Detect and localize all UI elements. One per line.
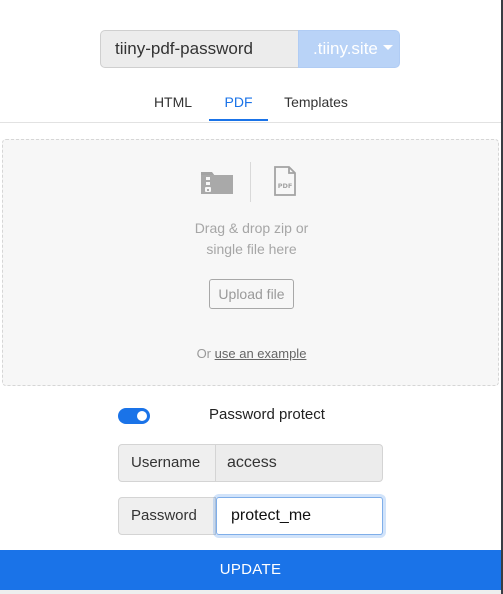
update-button[interactable]: UPDATE — [0, 550, 501, 590]
upload-file-button[interactable]: Upload file — [209, 279, 294, 309]
icon-divider — [250, 162, 251, 202]
or-text: Or — [196, 346, 212, 361]
drop-instructions: Drag & drop zip or single file here — [3, 218, 500, 260]
username-label: Username — [118, 444, 216, 482]
pdf-file-icon: PDF — [274, 166, 296, 196]
dropzone-icons: PDF — [199, 162, 303, 204]
subdomain-input[interactable]: tiiny-pdf-password — [100, 30, 298, 68]
tab-templates[interactable]: Templates — [276, 84, 356, 121]
file-dropzone[interactable]: PDF Drag & drop zip or single file here … — [2, 139, 499, 386]
password-label: Password — [118, 497, 216, 535]
example-row: Or use an example — [3, 346, 500, 361]
username-row: Username access — [118, 444, 383, 482]
username-input[interactable]: access — [216, 444, 383, 482]
use-example-link[interactable]: use an example — [215, 346, 307, 361]
domain-suffix-dropdown[interactable]: .tiiny.site — [298, 30, 400, 68]
toggle-knob — [137, 411, 147, 421]
password-row: Password protect_me — [118, 497, 383, 535]
password-input[interactable]: protect_me — [216, 497, 383, 535]
caret-down-icon — [382, 45, 393, 51]
tab-html[interactable]: HTML — [142, 84, 204, 121]
password-protect-toggle[interactable] — [118, 408, 150, 424]
svg-text:PDF: PDF — [278, 182, 293, 190]
domain-picker: tiiny-pdf-password .tiiny.site — [100, 30, 400, 68]
password-protect-label: Password protect — [209, 406, 325, 423]
modal-bottom-edge — [0, 590, 501, 594]
upload-type-tabs: HTML PDF Templates — [0, 84, 501, 123]
drop-instruction-line2: single file here — [206, 241, 297, 257]
domain-suffix-label: .tiiny.site — [313, 39, 378, 58]
zip-folder-icon — [201, 172, 233, 194]
tab-pdf[interactable]: PDF — [209, 84, 268, 121]
publish-modal: tiiny-pdf-password .tiiny.site HTML PDF … — [0, 0, 503, 594]
drop-instruction-line1: Drag & drop zip or — [194, 220, 309, 236]
